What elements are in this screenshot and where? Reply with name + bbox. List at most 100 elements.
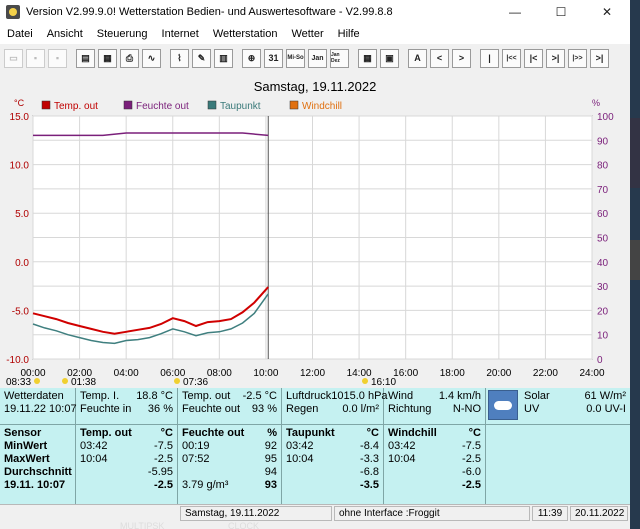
menu-wetterstation[interactable]: Wetterstation [206,28,285,40]
cell-value: 1.4 km/h [438,390,481,402]
minmax-icon[interactable]: ▣ [380,48,399,68]
status-interface: ohne Interface :Froggit [334,506,530,521]
month-view-button[interactable]: Jan [308,48,327,68]
desktop-label: CLOCK [228,521,260,529]
maximize-button[interactable]: ☐ [538,0,584,24]
y-tick-label-right: 40 [597,258,609,269]
x-tick-label: 20:00 [486,368,511,379]
y-tick-label-left: 5.0 [15,209,29,220]
prev-button[interactable]: < [430,48,449,68]
y-tick-label-left: -10.0 [6,355,29,366]
stats-unit: °C [468,427,481,439]
cell-value: -2.5 °C [242,390,277,402]
new-file-icon[interactable]: ▭ [4,48,23,68]
data-panel: Wetterdaten 19.11.22 10:07 Temp. I. 18.8 … [0,388,630,504]
cell-temp-in: Temp. I. 18.8 °C Feuchte in 36 % [76,388,178,424]
x-tick-label: 14:00 [347,368,372,379]
last-button[interactable]: >| [590,48,609,68]
cell-label: Feuchte out [182,403,241,415]
menu-steuerung[interactable]: Steuerung [90,28,155,40]
cell-label: Solar [524,390,550,402]
y-tick-label-left: -5.0 [12,306,30,317]
app-window: Version V2.99.9.0! Wetterstation Bedien-… [0,0,630,529]
legend-label: Windchill [302,101,342,112]
forward-button[interactable]: >| [546,48,565,68]
stats-header: Feuchte out [182,427,245,439]
menu-wetter[interactable]: Wetter [284,28,330,40]
desktop-icon[interactable] [630,118,640,188]
sun-time-label: 07:36 [183,377,208,388]
stats-value: -8.4 [360,440,379,452]
stats-value: 94 [264,466,277,478]
stats-value: -7.5 [462,440,481,452]
sun-icon [174,378,180,384]
x-tick-label: 18:00 [440,368,465,379]
menu-bar: Datei Ansicht Steuerung Internet Wetters… [0,24,630,44]
avg-label: Durchschnitt [4,466,72,478]
minimize-button[interactable]: — [492,0,538,24]
menu-ansicht[interactable]: Ansicht [40,28,90,40]
stats-value: -5.95 [147,466,173,478]
stats-value: -2.5 [154,453,173,465]
status-today: 20.11.2022 [570,506,628,521]
max-label: MaxWert [4,453,50,465]
save-as-icon[interactable]: ▪ [48,48,67,68]
stats-unit: °C [160,427,173,439]
stats-unit: % [267,427,277,439]
chart-zoom-icon[interactable]: ⌇ [170,48,189,68]
legend-swatch [207,100,217,110]
cell-value: N-NO [452,403,481,415]
next-button[interactable]: > [452,48,471,68]
close-button[interactable]: ✕ [584,0,630,24]
chart-list-icon[interactable]: ▥ [214,48,233,68]
font-button[interactable]: A [408,48,427,68]
stats-labels: Sensor MinWert MaxWert Durchschnitt 19.1… [0,425,76,504]
day-view-button[interactable]: 31 [264,48,283,68]
forward-fast-button[interactable]: |>> [568,48,587,68]
desktop-icon[interactable] [630,240,640,280]
left-unit: °C [14,98,25,108]
week-view-button[interactable]: Mi-So [286,48,305,68]
x-tick-label: 10:00 [253,368,278,379]
calendar-icon[interactable]: ▦ [358,48,377,68]
cell-label: Wind [388,390,414,402]
y-tick-label-right: 30 [597,282,609,293]
line-chart-icon[interactable]: ∿ [142,48,161,68]
first-button[interactable]: | [480,48,499,68]
cell-value: 19.11.22 10:07 [4,403,77,415]
x-tick-label: 12:00 [300,368,325,379]
desktop-label: MULTIPSK [120,521,165,529]
stats-value: -3.5 [360,479,379,491]
stats-value: 95 [264,453,277,465]
menu-internet[interactable]: Internet [155,28,206,40]
cell-label: UV [524,403,540,415]
app-icon [6,5,20,19]
min-label: MinWert [4,440,48,452]
sun-icon [362,378,368,384]
cell-label: Wetterdaten [4,390,64,402]
legend-swatch [41,100,51,110]
edit-table-icon[interactable]: ▦ [98,48,117,68]
x-tick-label: 04:00 [114,368,139,379]
chart-edit-icon[interactable]: ✎ [192,48,211,68]
statistics-row: Sensor MinWert MaxWert Durchschnitt 19.1… [0,425,630,504]
right-unit: % [592,98,600,108]
cell-wind: Wind 1.4 km/h Richtung N-NO [384,388,486,424]
y-tick-label-left: 0.0 [15,258,29,269]
year-view-button[interactable]: Jan Dez [330,48,349,68]
legend-label: Temp. out [54,101,98,112]
menu-datei[interactable]: Datei [0,28,40,40]
table-view-icon[interactable]: ▤ [76,48,95,68]
status-bar: Samstag, 19.11.2022 ohne Interface :Frog… [0,504,630,523]
save-icon[interactable]: ▪ [26,48,45,68]
rewind-button[interactable]: |< [524,48,543,68]
legend-swatch [123,100,133,110]
y-tick-label-left: 10.0 [10,161,30,172]
menu-hilfe[interactable]: Hilfe [331,28,367,40]
chart-title: Samstag, 19.11.2022 [254,79,377,94]
sun-icon [62,378,68,384]
print-icon[interactable]: ⎙ [120,48,139,68]
legend-label: Feuchte out [136,101,189,112]
target-icon[interactable]: ⊕ [242,48,261,68]
rewind-fast-button[interactable]: |<< [502,48,521,68]
